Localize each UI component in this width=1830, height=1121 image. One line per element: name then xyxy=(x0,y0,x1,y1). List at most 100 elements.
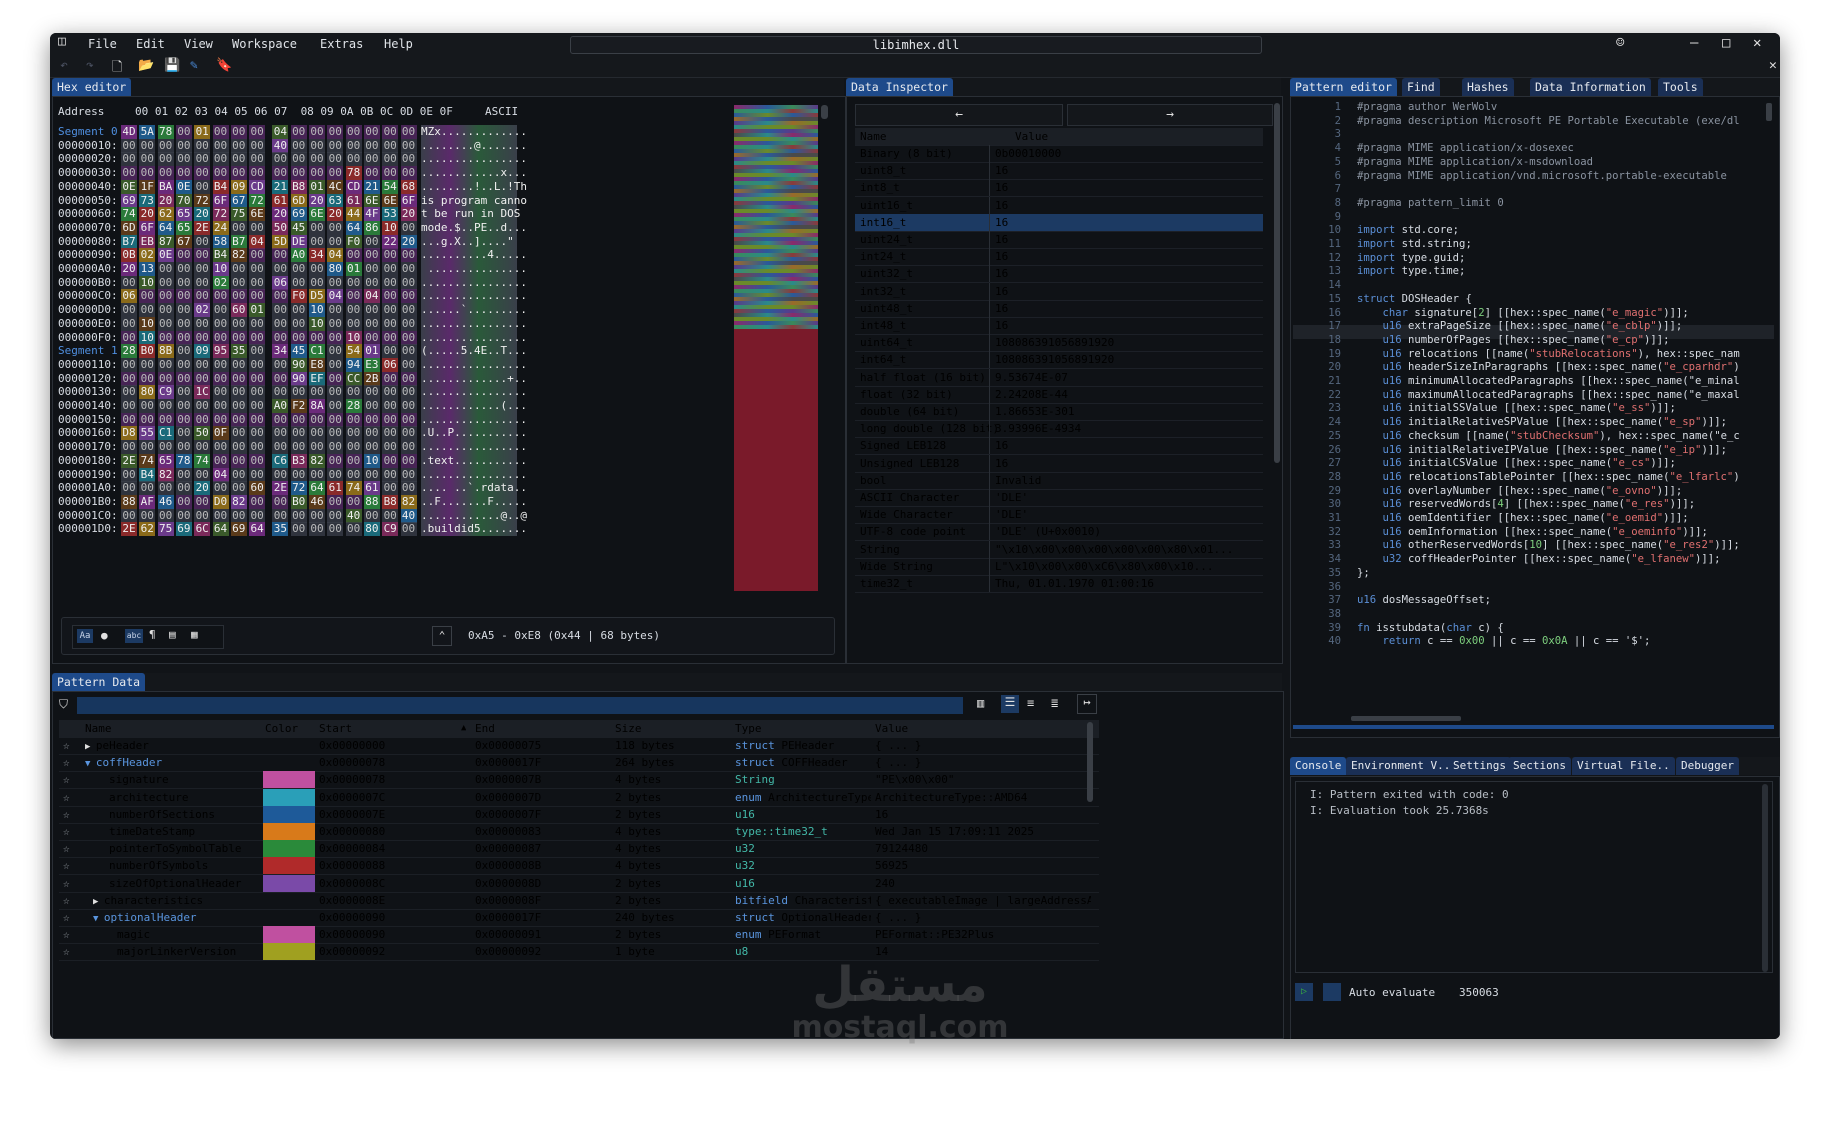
smiley-icon[interactable]: ☺ xyxy=(1616,35,1624,51)
hex-byte[interactable]: 00 xyxy=(230,316,247,331)
hex-byte[interactable]: 00 xyxy=(400,440,417,455)
hex-byte[interactable]: 00 xyxy=(212,125,229,139)
hex-byte[interactable]: 00 xyxy=(400,522,417,537)
hex-byte[interactable]: 00 xyxy=(249,152,266,167)
hex-byte[interactable]: 50 xyxy=(272,220,289,235)
hex-byte[interactable]: 00 xyxy=(400,426,417,441)
hex-byte[interactable]: 40 xyxy=(272,138,289,153)
hex-byte[interactable]: 1F xyxy=(139,179,156,194)
tab-virtual-file-[interactable]: Virtual File.. xyxy=(1572,757,1675,775)
pattern-row[interactable]: ☆ numberOfSymbols 0x00000088 0x0000008B 4 by… xyxy=(59,857,1099,876)
hex-byte[interactable]: 00 xyxy=(345,385,362,400)
hex-byte[interactable]: 00 xyxy=(272,440,289,455)
hex-byte[interactable]: 82 xyxy=(157,467,174,482)
console-scrollbar[interactable] xyxy=(1762,784,1768,972)
minimize-button[interactable]: – xyxy=(1690,35,1698,51)
paragraph-icon[interactable]: ¶ xyxy=(149,628,156,641)
hex-byte[interactable]: 80 xyxy=(363,522,380,537)
hex-byte[interactable]: 00 xyxy=(121,303,137,318)
hex-byte[interactable]: 00 xyxy=(290,125,307,139)
hex-byte[interactable]: 2E xyxy=(121,522,137,537)
hex-byte[interactable]: 00 xyxy=(400,385,417,400)
hex-byte[interactable]: 00 xyxy=(194,371,211,386)
hex-byte[interactable]: 00 xyxy=(249,426,266,441)
hex-byte[interactable]: 20 xyxy=(194,481,211,496)
hex-byte[interactable]: 00 xyxy=(212,138,229,153)
hex-byte[interactable]: 10 xyxy=(212,262,229,276)
hex-byte[interactable]: F0 xyxy=(345,234,362,249)
tab-tools[interactable]: Tools xyxy=(1658,78,1703,96)
hex-byte[interactable]: 10 xyxy=(139,275,156,290)
hex-byte[interactable]: 58 xyxy=(212,234,229,249)
hex-byte[interactable]: 46 xyxy=(309,494,325,509)
hex-byte[interactable]: 64 xyxy=(157,220,174,235)
code-editor[interactable]: 1 #pragma author WerWolv 2 #pragma descript… xyxy=(1291,101,1771,713)
inspector-row[interactable]: int64_t 108086391056891920 xyxy=(855,351,1263,370)
hex-byte[interactable]: 00 xyxy=(327,357,344,372)
hex-byte[interactable]: 64 xyxy=(212,522,229,537)
hex-byte[interactable]: 06 xyxy=(272,275,289,290)
hex-byte[interactable]: 00 xyxy=(175,344,192,359)
pattern-row[interactable]: ☆ pointerToSymbolTable 0x00000084 0x0000008… xyxy=(59,840,1099,859)
case-toggle-icon[interactable]: Aa xyxy=(77,629,93,643)
hex-byte[interactable]: 00 xyxy=(400,357,417,372)
hex-byte[interactable]: 00 xyxy=(345,125,362,139)
hex-byte[interactable]: 00 xyxy=(230,508,247,523)
pattern-row[interactable]: ☆ ▶ characteristics 0x0000008E 0x0000008F 2 … xyxy=(59,892,1099,910)
hex-byte[interactable]: 65 xyxy=(157,453,174,468)
hex-byte[interactable]: 00 xyxy=(382,138,399,153)
hex-byte[interactable]: 00 xyxy=(309,467,325,482)
pattern-row[interactable]: ☆ sizeOfOptionalHeader 0x0000008C 0x0000008… xyxy=(59,874,1099,893)
hex-byte[interactable]: 00 xyxy=(121,138,137,153)
hex-byte[interactable]: 00 xyxy=(249,275,266,290)
hex-byte[interactable]: 00 xyxy=(249,385,266,400)
auto-evaluate-checkbox[interactable] xyxy=(1323,983,1341,1001)
hex-byte[interactable]: 00 xyxy=(175,385,192,400)
hex-byte[interactable]: 00 xyxy=(121,316,137,331)
hex-byte[interactable]: B7 xyxy=(230,234,247,249)
hex-byte[interactable]: 06 xyxy=(121,289,137,304)
hex-byte[interactable]: 75 xyxy=(157,522,174,537)
hex-byte[interactable]: 61 xyxy=(345,193,362,208)
close-button[interactable]: ✕ xyxy=(1753,35,1761,51)
hex-byte[interactable]: 2B xyxy=(363,371,380,386)
hex-byte[interactable]: 20 xyxy=(272,207,289,222)
hex-byte[interactable]: 00 xyxy=(400,152,417,167)
hex-byte[interactable]: A0 xyxy=(272,399,289,413)
hex-byte[interactable]: 20 xyxy=(139,207,156,222)
hex-byte[interactable]: 67 xyxy=(175,234,192,249)
hex-byte[interactable]: 00 xyxy=(175,399,192,413)
hex-byte[interactable]: 40 xyxy=(400,508,417,523)
hex-byte[interactable]: 00 xyxy=(212,316,229,331)
favorite-star-icon[interactable]: ☆ xyxy=(63,806,70,823)
menu-help[interactable]: Help xyxy=(384,37,413,51)
collapse-arrow-icon[interactable]: ▼ xyxy=(93,914,104,924)
hex-byte[interactable]: 00 xyxy=(363,248,380,263)
hex-byte[interactable]: 0B xyxy=(121,248,137,263)
hex-byte[interactable]: 00 xyxy=(272,385,289,400)
hex-byte[interactable]: 00 xyxy=(157,399,174,413)
hex-byte[interactable]: 00 xyxy=(212,289,229,304)
hex-byte[interactable]: 00 xyxy=(400,220,417,235)
hex-byte[interactable]: 00 xyxy=(400,399,417,413)
hex-byte[interactable]: 74 xyxy=(345,481,362,496)
hex-byte[interactable]: 00 xyxy=(345,316,362,331)
hex-byte[interactable]: 00 xyxy=(139,440,156,455)
favorite-star-icon[interactable]: ☆ xyxy=(63,892,70,909)
hex-byte[interactable]: 00 xyxy=(327,344,344,359)
hex-byte[interactable]: 00 xyxy=(382,440,399,455)
hex-byte[interactable]: 00 xyxy=(345,138,362,153)
pattern-row[interactable]: ☆ signature 0x00000078 0x0000007B 4 bytes Str… xyxy=(59,771,1099,790)
hex-byte[interactable]: 00 xyxy=(139,481,156,496)
hex-byte[interactable]: 90 xyxy=(290,371,307,386)
hex-byte[interactable]: 00 xyxy=(194,494,211,509)
hex-byte[interactable]: 6F xyxy=(400,193,417,208)
hex-byte[interactable]: 00 xyxy=(121,399,137,413)
hex-byte[interactable]: 00 xyxy=(230,440,247,455)
hex-byte[interactable]: 6E xyxy=(382,193,399,208)
hex-byte[interactable]: 00 xyxy=(382,125,399,139)
save-as-icon[interactable]: ✎ xyxy=(190,58,198,73)
tab-debugger[interactable]: Debugger xyxy=(1676,757,1739,775)
inspector-row[interactable]: float (32 bit) 2.24208E-44 xyxy=(855,385,1263,404)
hex-byte[interactable]: 00 xyxy=(272,262,289,276)
